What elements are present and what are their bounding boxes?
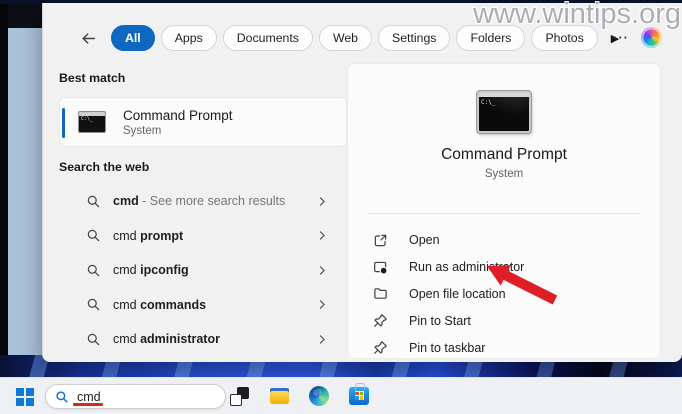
task-view-icon[interactable] <box>229 386 250 407</box>
chevron-right-icon <box>316 264 329 277</box>
wallpaper-left-strip <box>8 0 42 378</box>
command-prompt-icon <box>78 111 106 133</box>
folder-icon <box>372 286 388 302</box>
red-underline-annotation <box>73 403 103 406</box>
best-match-header: Best match <box>59 71 347 87</box>
action-run-as-administrator[interactable]: Run as administrator <box>348 254 660 281</box>
search-icon <box>86 332 101 347</box>
back-button[interactable] <box>77 27 99 49</box>
search-icon <box>55 390 69 404</box>
selection-indicator <box>62 108 65 138</box>
web-suggestion-row[interactable]: cmd ipconfig <box>59 253 347 288</box>
wallpaper-left-strip-dark <box>8 0 42 28</box>
chevron-right-icon <box>316 333 329 346</box>
web-suggestion-row[interactable]: cmd - See more search results <box>59 184 347 219</box>
filter-tab-all[interactable]: All <box>111 25 155 51</box>
search-icon <box>86 228 101 243</box>
filter-tab-apps[interactable]: Apps <box>161 25 217 51</box>
search-icon <box>86 194 101 209</box>
action-open-file-location[interactable]: Open file location <box>348 281 660 308</box>
start-button[interactable] <box>16 388 33 405</box>
filter-tab-photos[interactable]: Photos <box>531 25 597 51</box>
filter-label: Photos <box>545 31 583 45</box>
action-label: Open <box>409 233 440 247</box>
command-prompt-icon-large <box>477 91 531 133</box>
action-open[interactable]: Open <box>348 227 660 254</box>
filter-label: Web <box>333 31 358 45</box>
run-as-admin-icon <box>372 259 388 275</box>
pin-icon <box>372 340 388 356</box>
preview-app-subtitle: System <box>348 168 660 180</box>
action-list: Open Run as administrator Open file loca… <box>348 227 660 361</box>
action-label: Open file location <box>409 287 506 301</box>
taskbar: cmd <box>0 377 682 414</box>
edge-browser-icon[interactable] <box>309 386 329 406</box>
suggestion-text: cmd - See more search results <box>113 194 285 208</box>
copilot-icon[interactable] <box>641 27 662 48</box>
filter-tab-documents[interactable]: Documents <box>223 25 313 51</box>
microsoft-store-icon[interactable] <box>349 387 369 405</box>
chevron-right-icon <box>316 298 329 311</box>
search-icon <box>86 263 101 278</box>
divider <box>368 213 640 214</box>
action-pin-to-taskbar[interactable]: Pin to taskbar <box>348 334 660 361</box>
suggestion-text: cmd administrator <box>113 332 220 346</box>
preview-pane: Command Prompt System Open Run as admini… <box>347 63 661 359</box>
chevron-right-icon <box>316 229 329 242</box>
top-right-controls: ··· <box>613 27 662 48</box>
back-arrow-icon <box>80 30 97 47</box>
taskbar-search-box[interactable]: cmd <box>45 384 226 409</box>
action-label: Pin to taskbar <box>409 341 485 355</box>
chevron-right-icon <box>316 195 329 208</box>
app-subtitle: System <box>123 125 233 137</box>
filter-label: Documents <box>237 31 299 45</box>
web-suggestion-row[interactable]: cmd commands <box>59 288 347 323</box>
search-icon <box>86 297 101 312</box>
suggestion-text: cmd prompt <box>113 229 183 243</box>
suggestion-text: cmd commands <box>113 298 206 312</box>
pin-icon <box>372 313 388 329</box>
filter-label: All <box>125 31 141 45</box>
search-flyout-panel: All Apps Documents Web Settings Folders … <box>42 3 682 362</box>
best-match-result[interactable]: Command Prompt System <box>59 97 347 147</box>
filter-label: Settings <box>392 31 436 45</box>
filter-label: Folders <box>470 31 511 45</box>
filter-label: Apps <box>175 31 203 45</box>
more-options-icon[interactable]: ··· <box>613 30 629 45</box>
open-external-icon <box>372 232 388 248</box>
action-label: Pin to Start <box>409 314 471 328</box>
search-input-value: cmd <box>77 390 101 404</box>
action-pin-to-start[interactable]: Pin to Start <box>348 307 660 334</box>
file-explorer-icon[interactable] <box>269 386 290 407</box>
filter-tab-settings[interactable]: Settings <box>378 25 450 51</box>
search-web-header: Search the web <box>59 160 347 176</box>
web-suggestions-list: cmd - See more search results cmd prompt… <box>59 184 347 357</box>
filter-tab-web[interactable]: Web <box>319 25 372 51</box>
best-match-text: Command Prompt System <box>123 108 233 137</box>
web-suggestion-row[interactable]: cmd prompt <box>59 219 347 254</box>
preview-app-title: Command Prompt <box>348 146 660 164</box>
wallpaper-left-edge <box>0 0 8 378</box>
action-label: Run as administrator <box>409 260 524 274</box>
filter-tab-folders[interactable]: Folders <box>456 25 525 51</box>
app-title: Command Prompt <box>123 108 233 123</box>
suggestion-text: cmd ipconfig <box>113 263 189 277</box>
results-column: Best match Command Prompt System Search … <box>59 71 347 357</box>
web-suggestion-row[interactable]: cmd administrator <box>59 322 347 357</box>
filter-row: All Apps Documents Web Settings Folders … <box>77 24 619 52</box>
